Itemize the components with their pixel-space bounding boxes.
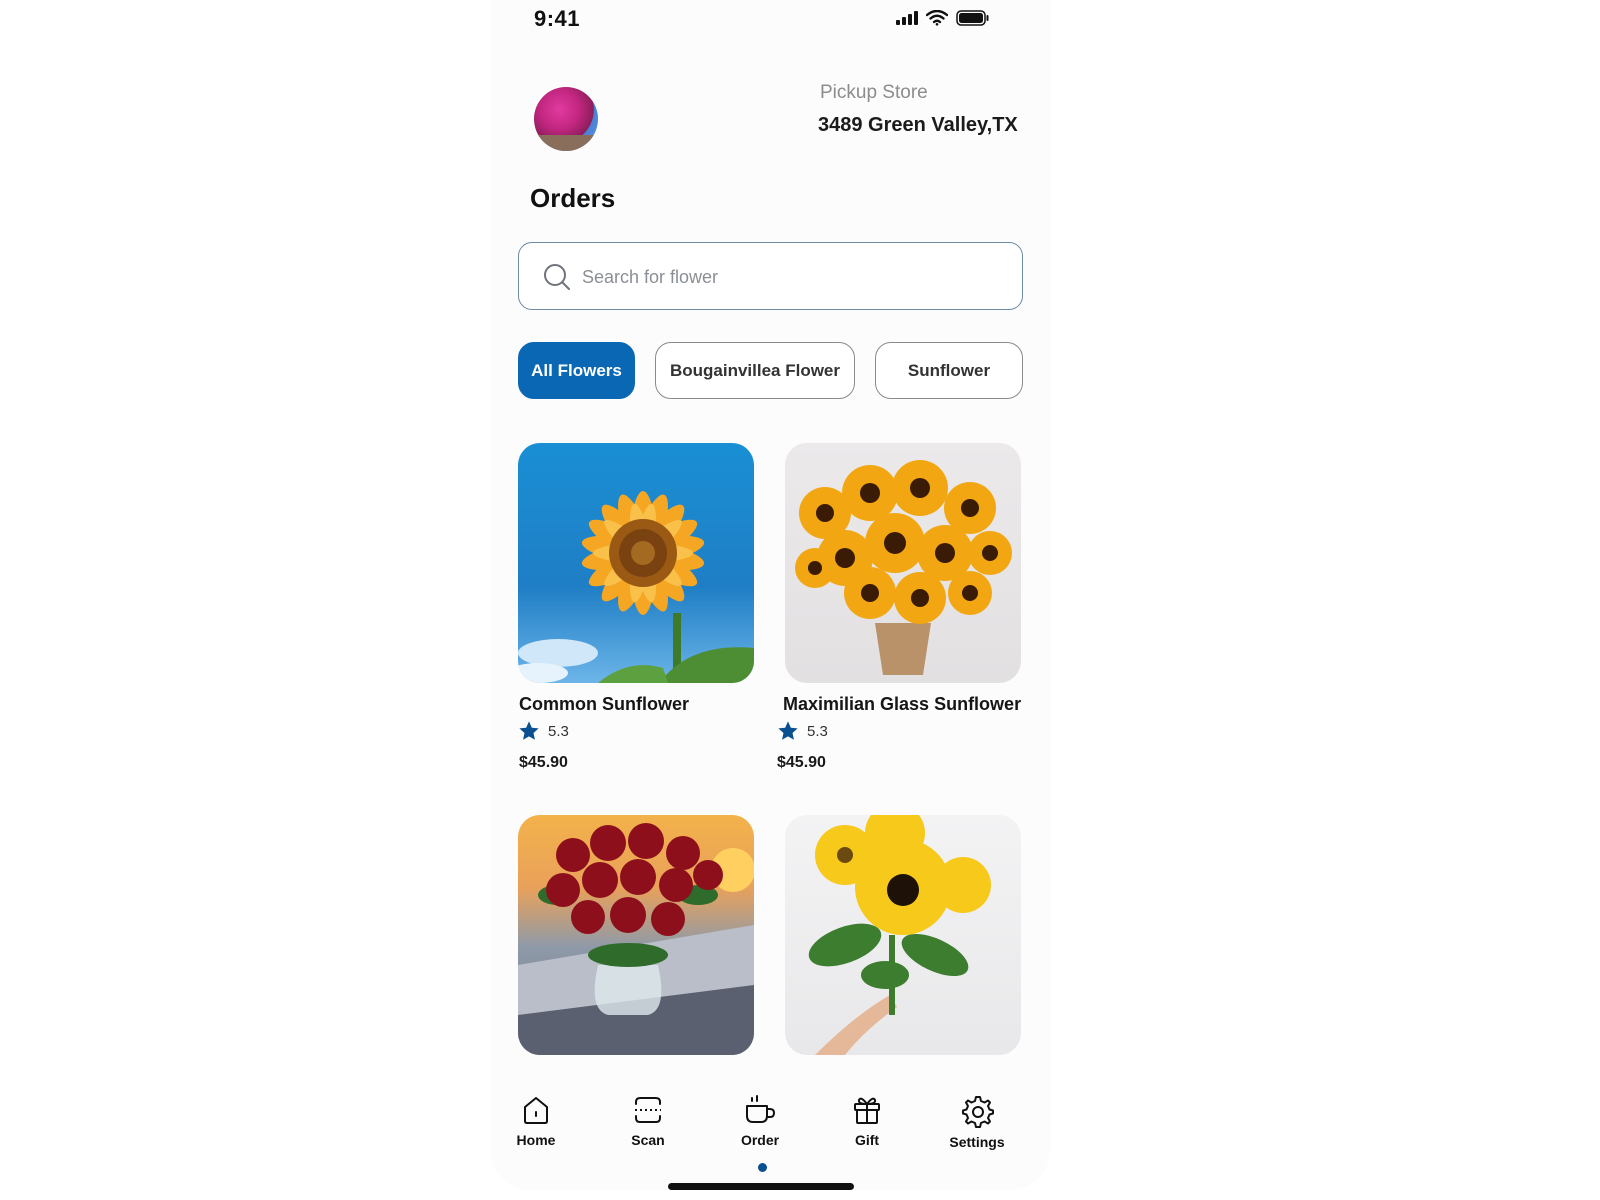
filter-chip-sunflower[interactable]: Sunflower bbox=[875, 342, 1023, 399]
active-tab-indicator bbox=[758, 1163, 767, 1172]
product-price: $45.90 bbox=[519, 754, 568, 771]
product-image-maximilian-glass-sunflower[interactable] bbox=[785, 443, 1021, 683]
wifi-icon bbox=[926, 10, 948, 26]
rating-value: 5.3 bbox=[548, 722, 569, 740]
product-price: $45.90 bbox=[777, 754, 826, 771]
gear-icon bbox=[962, 1096, 994, 1128]
nav-label: Settings bbox=[949, 1134, 1005, 1150]
nav-settings[interactable]: Settings bbox=[932, 1094, 1022, 1150]
nav-label: Home bbox=[516, 1132, 556, 1148]
status-time: 9:41 bbox=[534, 6, 581, 31]
product-image-rose-vase[interactable] bbox=[518, 815, 754, 1055]
star-icon bbox=[519, 721, 539, 740]
scan-icon bbox=[635, 1097, 661, 1123]
battery-icon bbox=[956, 10, 989, 26]
nav-label: Order bbox=[740, 1132, 780, 1148]
rose-vase-illustration bbox=[518, 823, 754, 1055]
gift-icon bbox=[854, 1097, 880, 1124]
search-icon bbox=[544, 264, 570, 290]
nav-label: Gift bbox=[854, 1132, 880, 1148]
filter-chip-bougainvillea[interactable]: Bougainvillea Flower bbox=[655, 342, 855, 399]
nav-home[interactable]: Home bbox=[491, 1094, 581, 1148]
sunflower-bunch-illustration bbox=[808, 815, 991, 1055]
sunflower-bouquet-illustration bbox=[795, 460, 1012, 675]
nav-label: Scan bbox=[631, 1132, 665, 1148]
nav-order[interactable]: Order bbox=[715, 1094, 805, 1148]
pickup-store-label: Pickup Store bbox=[820, 82, 928, 103]
home-icon bbox=[524, 1097, 548, 1124]
product-name[interactable]: Common Sunflower bbox=[519, 694, 689, 715]
page-title: Orders bbox=[530, 183, 616, 213]
signal-icon bbox=[896, 11, 918, 25]
store-avatar[interactable] bbox=[534, 87, 598, 151]
product-image-sunflower-bunch[interactable] bbox=[785, 815, 1021, 1055]
nav-gift[interactable]: Gift bbox=[822, 1094, 912, 1148]
sunflower-illustration bbox=[518, 491, 754, 683]
filter-chip-all-flowers[interactable]: All Flowers bbox=[518, 342, 635, 399]
search-input[interactable]: Search for flower bbox=[518, 242, 1023, 310]
product-rating: 5.3 bbox=[777, 720, 828, 742]
search-placeholder: Search for flower bbox=[582, 267, 719, 287]
star-icon bbox=[778, 721, 798, 740]
home-indicator bbox=[668, 1183, 854, 1190]
product-name[interactable]: Maximilian Glass Sunflower bbox=[783, 694, 1021, 715]
store-address[interactable]: 3489 Green Valley,TX bbox=[818, 114, 1018, 137]
product-rating: 5.3 bbox=[518, 720, 569, 742]
nav-scan[interactable]: Scan bbox=[603, 1094, 693, 1148]
product-image-common-sunflower[interactable] bbox=[518, 443, 754, 683]
coffee-cup-icon bbox=[746, 1095, 776, 1123]
rating-value: 5.3 bbox=[807, 722, 828, 740]
